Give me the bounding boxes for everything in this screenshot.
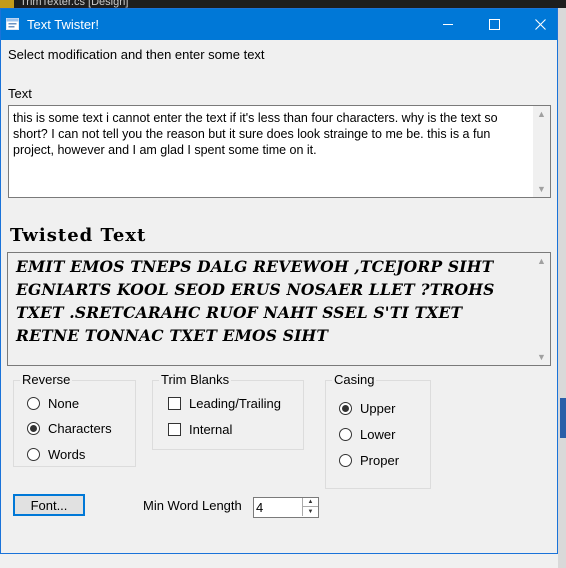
instructions-label: Select modification and then enter some … bbox=[8, 47, 265, 62]
text-twister-window: Text Twister! Select modification and th… bbox=[0, 8, 558, 554]
text-input-value[interactable]: this is some text i cannot enter the tex… bbox=[13, 110, 530, 158]
radio-checked-icon[interactable] bbox=[27, 422, 40, 435]
casing-option-upper[interactable]: Upper bbox=[339, 401, 395, 416]
radio-icon[interactable] bbox=[27, 397, 40, 410]
min-word-length-stepper[interactable]: ▲ ▼ bbox=[253, 497, 319, 518]
trim-option-leading-trailing[interactable]: Leading/Trailing bbox=[168, 396, 281, 411]
radio-icon[interactable] bbox=[27, 448, 40, 461]
scroll-up-icon[interactable]: ▲ bbox=[533, 253, 550, 269]
checkbox-icon[interactable] bbox=[168, 423, 181, 436]
reverse-option-words[interactable]: Words bbox=[27, 447, 85, 462]
maximize-button[interactable] bbox=[471, 9, 517, 40]
chevron-down-icon[interactable]: ▼ bbox=[302, 507, 318, 516]
text-input-scrollbar[interactable]: ▲ ▼ bbox=[533, 106, 550, 197]
background-ide-panel bbox=[558, 8, 566, 568]
maximize-icon bbox=[488, 19, 500, 30]
min-word-length-input[interactable] bbox=[256, 499, 300, 516]
radio-checked-icon[interactable] bbox=[339, 402, 352, 415]
twisted-text-output[interactable]: EMIT EMOS TNEPS DALG REVEWOH ,TCEJORP SI… bbox=[7, 252, 551, 366]
casing-option-proper[interactable]: Proper bbox=[339, 453, 399, 468]
casing-group-title: Casing bbox=[332, 372, 377, 387]
min-word-length-label: Min Word Length bbox=[143, 498, 242, 513]
trim-blanks-group-title: Trim Blanks bbox=[159, 372, 232, 387]
radio-icon[interactable] bbox=[339, 454, 352, 467]
scroll-down-icon[interactable]: ▼ bbox=[533, 181, 550, 197]
app-form-icon bbox=[6, 18, 19, 30]
reverse-option-characters[interactable]: Characters bbox=[27, 421, 112, 436]
twisted-text-scrollbar[interactable]: ▲ ▼ bbox=[533, 253, 550, 365]
close-icon bbox=[534, 19, 546, 30]
minimize-icon bbox=[442, 24, 453, 25]
radio-icon[interactable] bbox=[339, 428, 352, 441]
trim-option-internal[interactable]: Internal bbox=[168, 422, 232, 437]
chevron-up-icon[interactable]: ▲ bbox=[302, 498, 318, 507]
minimize-button[interactable] bbox=[425, 9, 471, 40]
text-input-label: Text bbox=[8, 86, 32, 101]
reverse-option-none[interactable]: None bbox=[27, 396, 79, 411]
tab-indicator bbox=[0, 0, 14, 8]
scroll-up-icon[interactable]: ▲ bbox=[533, 106, 550, 122]
title-bar[interactable]: Text Twister! bbox=[1, 9, 557, 40]
font-button[interactable]: Font... bbox=[13, 494, 85, 516]
close-button[interactable] bbox=[517, 9, 563, 40]
reverse-group-title: Reverse bbox=[20, 372, 73, 387]
background-editor-tab[interactable]: TrimTexter.cs [Design] bbox=[20, 0, 128, 8]
text-input-field[interactable]: this is some text i cannot enter the tex… bbox=[8, 105, 551, 198]
checkbox-icon[interactable] bbox=[168, 397, 181, 410]
twisted-text-value: EMIT EMOS TNEPS DALG REVEWOH ,TCEJORP SI… bbox=[16, 257, 495, 345]
scroll-down-icon[interactable]: ▼ bbox=[533, 349, 550, 365]
window-title: Text Twister! bbox=[27, 17, 100, 32]
trim-blanks-group: Trim Blanks Leading/Trailing Internal bbox=[152, 372, 304, 450]
background-editor-tab-strip: TrimTexter.cs [Design] bbox=[0, 0, 566, 8]
reverse-group: Reverse None Characters Words bbox=[13, 372, 136, 467]
casing-group: Casing Upper Lower Proper bbox=[325, 372, 431, 489]
casing-option-lower[interactable]: Lower bbox=[339, 427, 395, 442]
twisted-text-heading: Twisted Text bbox=[10, 225, 147, 246]
